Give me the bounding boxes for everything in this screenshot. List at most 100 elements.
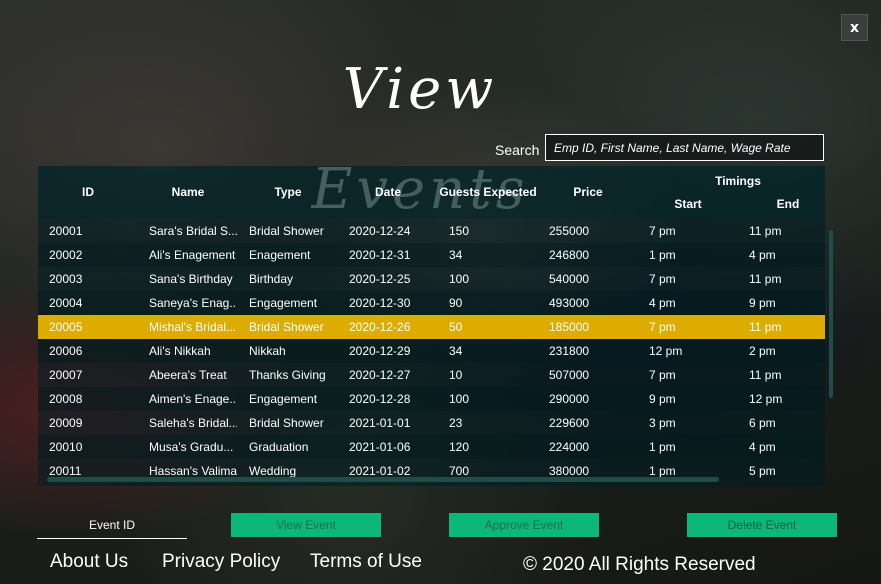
cell-type: Graduation <box>249 440 309 454</box>
cell-id: 20007 <box>49 368 83 382</box>
cell-name: Sana's Birthday <box>149 272 233 286</box>
header-end[interactable]: End <box>738 197 825 211</box>
cell-price: 246800 <box>549 248 590 262</box>
cell-date: 2021-01-06 <box>349 440 411 454</box>
cell-type: Engagement <box>249 392 318 406</box>
cell-start: 7 pm <box>649 224 676 238</box>
cell-end: 11 pm <box>749 272 782 286</box>
table-row[interactable]: 20009 Saleha's Bridal... Bridal Shower 2021… <box>38 411 825 435</box>
cell-date: 2020-12-31 <box>349 248 411 262</box>
cell-date: 2020-12-24 <box>349 224 411 238</box>
terms-of-use-link[interactable]: Terms of Use <box>310 551 422 573</box>
cell-guests: 100 <box>449 272 470 286</box>
cell-name: Saneya's Enag... <box>149 296 237 310</box>
cell-date: 2020-12-25 <box>349 272 411 286</box>
cell-type: Bridal Shower <box>249 320 324 334</box>
cell-start: 9 pm <box>649 392 676 406</box>
cell-date: 2020-12-26 <box>349 320 411 334</box>
cell-type: Engagement <box>249 296 318 310</box>
cell-type: Nikkah <box>249 344 286 358</box>
cell-price: 229600 <box>549 416 590 430</box>
cell-start: 12 pm <box>649 344 683 358</box>
view-event-button[interactable]: View Event <box>231 513 381 537</box>
cell-guests: 10 <box>449 368 463 382</box>
copyright-text: © 2020 All Rights Reserved <box>523 554 756 575</box>
cell-date: 2020-12-28 <box>349 392 411 406</box>
cell-price: 540000 <box>549 272 590 286</box>
cell-end: 4 pm <box>749 440 776 454</box>
cell-name: Saleha's Bridal... <box>149 416 237 430</box>
cell-guests: 120 <box>449 440 470 454</box>
page-title: View Events <box>312 57 525 222</box>
table-row[interactable]: 20008 Aimen's Enage... Engagement 2020-12-2… <box>38 387 825 411</box>
cell-type: Bridal Shower <box>249 416 324 430</box>
cell-date: 2020-12-29 <box>349 344 411 358</box>
cell-name: Aimen's Enage... <box>149 392 237 406</box>
cell-id: 20008 <box>49 392 83 406</box>
cell-start: 1 pm <box>649 440 676 454</box>
cell-date: 2020-12-27 <box>349 368 411 382</box>
cell-start: 7 pm <box>649 320 676 334</box>
cell-start: 7 pm <box>649 368 676 382</box>
cell-start: 7 pm <box>649 272 676 286</box>
cell-price: 231800 <box>549 344 590 358</box>
cell-guests: 34 <box>449 248 463 262</box>
cell-name: Ali's Nikkah <box>149 344 211 358</box>
cell-start: 3 pm <box>649 416 676 430</box>
table-row[interactable]: 20003 Sana's Birthday Birthday 2020-12-25 10… <box>38 267 825 291</box>
delete-event-button[interactable]: Delete Event <box>687 513 837 537</box>
cell-name: Abeera's Treat <box>149 368 227 382</box>
cell-guests: 34 <box>449 344 463 358</box>
cell-price: 507000 <box>549 368 590 382</box>
cell-date: 2020-12-30 <box>349 296 411 310</box>
header-name[interactable]: Name <box>138 185 238 199</box>
search-input[interactable] <box>545 134 824 161</box>
cell-name: Ali's Enagement <box>149 248 236 262</box>
cell-guests: 150 <box>449 224 470 238</box>
table-header: ID Name Type Date Guests Expected Price … <box>38 166 825 219</box>
cell-guests: 50 <box>449 320 463 334</box>
approve-event-button[interactable]: Approve Event <box>449 513 599 537</box>
cell-price: 255000 <box>549 224 590 238</box>
cell-id: 20009 <box>49 416 83 430</box>
cell-start: 4 pm <box>649 296 676 310</box>
table-row[interactable]: 20007 Abeera's Treat Thanks Giving 2020-12-… <box>38 363 825 387</box>
cell-id: 20006 <box>49 344 83 358</box>
cell-name: Sara's Bridal S... <box>149 224 237 238</box>
header-id[interactable]: ID <box>38 185 138 199</box>
table-row[interactable]: 20006 Ali's Nikkah Nikkah 2020-12-29 34 23180… <box>38 339 825 363</box>
table-row[interactable]: 20005 Mishal's Bridal... Bridal Shower 2020… <box>38 315 825 339</box>
cell-id: 20010 <box>49 440 83 454</box>
cell-end: 11 pm <box>749 224 782 238</box>
cell-end: 4 pm <box>749 248 776 262</box>
cell-type: Thanks Giving <box>249 368 326 382</box>
table-body: 20001 Sara's Bridal S... Bridal Shower 2020… <box>38 219 825 483</box>
cell-type: Bridal Shower <box>249 224 324 238</box>
cell-type: Enagement <box>249 248 311 262</box>
horizontal-scrollbar[interactable] <box>47 477 719 482</box>
cell-guests: 23 <box>449 416 463 430</box>
table-row[interactable]: 20002 Ali's Enagement Enagement 2020-12-31 3… <box>38 243 825 267</box>
header-guests[interactable]: Guests Expected <box>438 185 538 199</box>
events-table[interactable]: ID Name Type Date Guests Expected Price … <box>38 166 825 486</box>
cell-price: 290000 <box>549 392 590 406</box>
table-row[interactable]: 20001 Sara's Bridal S... Bridal Shower 2020… <box>38 219 825 243</box>
header-price[interactable]: Price <box>538 185 638 199</box>
table-row[interactable]: 20010 Musa's Gradu... Graduation 2021-01-06… <box>38 435 825 459</box>
close-button[interactable]: x <box>841 14 868 41</box>
cell-id: 20002 <box>49 248 83 262</box>
cell-end: 11 pm <box>749 320 782 334</box>
event-id-field[interactable]: Event ID <box>37 512 187 539</box>
table-row[interactable]: 20004 Saneya's Enag... Engagement 2020-12-3… <box>38 291 825 315</box>
cell-id: 20005 <box>49 320 83 334</box>
cell-end: 9 pm <box>749 296 776 310</box>
vertical-scrollbar[interactable] <box>829 230 833 398</box>
header-date[interactable]: Date <box>338 185 438 199</box>
cell-name: Mishal's Bridal... <box>149 320 236 334</box>
privacy-policy-link[interactable]: Privacy Policy <box>162 551 280 573</box>
header-type[interactable]: Type <box>238 185 338 199</box>
about-us-link[interactable]: About Us <box>50 551 128 573</box>
cell-guests: 90 <box>449 296 463 310</box>
header-start[interactable]: Start <box>638 197 738 211</box>
cell-id: 20003 <box>49 272 83 286</box>
